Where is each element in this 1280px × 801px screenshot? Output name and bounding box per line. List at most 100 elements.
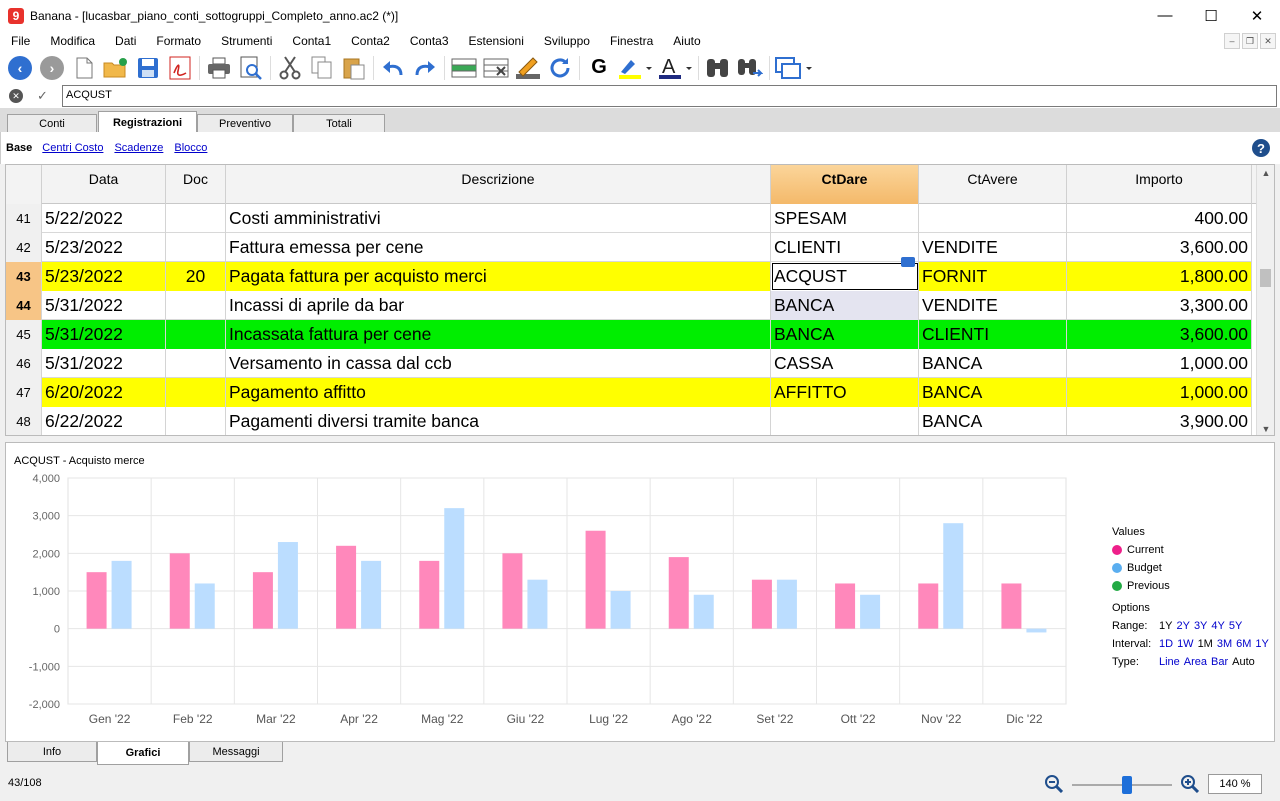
legend-item-previous[interactable]: Previous xyxy=(1112,577,1269,595)
window-layout-button[interactable] xyxy=(773,54,815,82)
cell-doc[interactable] xyxy=(166,291,226,320)
cell-dare[interactable]: BANCA xyxy=(771,320,919,349)
menu-file[interactable]: File xyxy=(0,34,38,48)
cell-doc[interactable] xyxy=(166,349,226,378)
row-number[interactable]: 47 xyxy=(6,378,42,407)
menu-formato[interactable]: Formato xyxy=(144,34,209,48)
scroll-up-icon[interactable]: ▲ xyxy=(1257,165,1274,181)
cell-importo[interactable]: 400.00 xyxy=(1067,204,1252,233)
cell-desc[interactable]: Costi amministrativi xyxy=(226,204,771,233)
range-3y[interactable]: 3Y xyxy=(1194,620,1207,632)
cell-importo[interactable]: 3,600.00 xyxy=(1067,233,1252,262)
table-scrollbar[interactable]: ▲ ▼ xyxy=(1256,165,1274,435)
menu-estensioni[interactable]: Estensioni xyxy=(457,34,532,48)
menu-conta1[interactable]: Conta1 xyxy=(280,34,339,48)
row-number[interactable]: 46 xyxy=(6,349,42,378)
row-number[interactable]: 43 xyxy=(6,262,42,291)
cell-avere[interactable]: VENDITE xyxy=(919,291,1067,320)
table-corner[interactable] xyxy=(6,165,42,204)
menu-sviluppo[interactable]: Sviluppo xyxy=(532,34,598,48)
menu-finestra[interactable]: Finestra xyxy=(598,34,661,48)
view-scadenze[interactable]: Scadenze xyxy=(114,142,163,154)
table-row[interactable]: 45 5/31/2022 Incassata fattura per cene BAN… xyxy=(6,320,1252,349)
table-row[interactable]: 48 6/22/2022 Pagamenti diversi tramite ban… xyxy=(6,407,1252,435)
column-header-descrizione[interactable]: Descrizione xyxy=(226,165,771,204)
interval-1m[interactable]: 1M xyxy=(1198,638,1213,650)
cell-importo[interactable]: 3,600.00 xyxy=(1067,320,1252,349)
tab-totali[interactable]: Totali xyxy=(293,114,385,132)
cell-data[interactable]: 5/31/2022 xyxy=(42,320,166,349)
scroll-thumb[interactable] xyxy=(1260,269,1271,287)
back-button[interactable]: ‹ xyxy=(4,54,36,82)
doc-minimize-button[interactable]: – xyxy=(1224,33,1240,49)
doc-restore-button[interactable]: ❐ xyxy=(1242,33,1258,49)
print-preview-button[interactable] xyxy=(235,54,267,82)
cell-dare[interactable] xyxy=(771,407,919,435)
range-5y[interactable]: 5Y xyxy=(1229,620,1242,632)
paste-button[interactable] xyxy=(338,54,370,82)
cell-dare[interactable]: BANCA xyxy=(771,291,919,320)
menu-conta3[interactable]: Conta3 xyxy=(398,34,457,48)
cell-dare[interactable]: ACQUST xyxy=(771,262,919,291)
menu-conta2[interactable]: Conta2 xyxy=(339,34,398,48)
cell-importo[interactable]: 3,900.00 xyxy=(1067,407,1252,435)
table-row[interactable]: 41 5/22/2022 Costi amministrativi SPESAM 400… xyxy=(6,204,1252,233)
menu-aiuto[interactable]: Aiuto xyxy=(661,34,708,48)
new-file-button[interactable] xyxy=(68,54,100,82)
interval-1d[interactable]: 1D xyxy=(1159,638,1173,650)
cell-importo[interactable]: 1,000.00 xyxy=(1067,378,1252,407)
copy-button[interactable] xyxy=(306,54,338,82)
cell-data[interactable]: 5/22/2022 xyxy=(42,204,166,233)
tab-info[interactable]: Info xyxy=(7,742,97,762)
delete-rows-button[interactable] xyxy=(480,54,512,82)
cell-dare[interactable]: CASSA xyxy=(771,349,919,378)
row-number[interactable]: 44 xyxy=(6,291,42,320)
cell-doc[interactable] xyxy=(166,407,226,435)
save-button[interactable] xyxy=(132,54,164,82)
cell-data[interactable]: 5/31/2022 xyxy=(42,349,166,378)
legend-item-budget[interactable]: Budget xyxy=(1112,559,1269,577)
account-list-icon[interactable] xyxy=(901,257,915,267)
tab-conti[interactable]: Conti xyxy=(7,114,97,132)
cell-dare[interactable]: SPESAM xyxy=(771,204,919,233)
tab-grafici[interactable]: Grafici xyxy=(97,742,189,765)
cell-doc[interactable] xyxy=(166,320,226,349)
cell-data[interactable]: 6/20/2022 xyxy=(42,378,166,407)
row-number[interactable]: 48 xyxy=(6,407,42,435)
table-row[interactable]: 46 5/31/2022 Versamento in cassa dal ccb CA… xyxy=(6,349,1252,378)
range-4y[interactable]: 4Y xyxy=(1211,620,1224,632)
zoom-slider-thumb[interactable] xyxy=(1122,776,1132,794)
cell-data[interactable]: 6/22/2022 xyxy=(42,407,166,435)
tab-messaggi[interactable]: Messaggi xyxy=(189,742,283,762)
cell-avere[interactable]: VENDITE xyxy=(919,233,1067,262)
type-auto[interactable]: Auto xyxy=(1232,656,1255,668)
table-row[interactable]: 43 5/23/2022 20 Pagata fattura per acquisto… xyxy=(6,257,1252,291)
type-area[interactable]: Area xyxy=(1184,656,1207,668)
bold-button[interactable]: G xyxy=(583,54,615,82)
range-1y[interactable]: 1Y xyxy=(1159,620,1172,632)
redo-button[interactable] xyxy=(409,54,441,82)
cancel-edit-icon[interactable]: ✕ xyxy=(9,89,23,103)
close-button[interactable]: ✕ xyxy=(1234,0,1280,31)
highlight-color-button[interactable] xyxy=(615,54,655,82)
cell-data[interactable]: 5/31/2022 xyxy=(42,291,166,320)
interval-6m[interactable]: 6M xyxy=(1236,638,1251,650)
interval-1w[interactable]: 1W xyxy=(1177,638,1194,650)
zoom-out-icon[interactable] xyxy=(1045,775,1063,793)
interval-1y[interactable]: 1Y xyxy=(1255,638,1268,650)
maximize-button[interactable]: ☐ xyxy=(1188,0,1234,31)
type-bar[interactable]: Bar xyxy=(1211,656,1228,668)
cell-desc[interactable]: Versamento in cassa dal ccb xyxy=(226,349,771,378)
legend-item-current[interactable]: Current xyxy=(1112,541,1269,559)
range-2y[interactable]: 2Y xyxy=(1176,620,1189,632)
minimize-button[interactable]: — xyxy=(1142,0,1188,31)
cell-data[interactable]: 5/23/2022 xyxy=(42,262,166,291)
table-row[interactable]: 44 5/31/2022 Incassi di aprile da bar BANCA… xyxy=(6,291,1252,320)
forward-button[interactable]: › xyxy=(36,54,68,82)
column-header-data[interactable]: Data xyxy=(42,165,166,204)
add-rows-button[interactable] xyxy=(448,54,480,82)
cell-desc[interactable]: Pagamenti diversi tramite banca xyxy=(226,407,771,435)
cell-avere[interactable]: FORNIT xyxy=(919,262,1067,291)
cell-doc[interactable] xyxy=(166,204,226,233)
cut-button[interactable] xyxy=(274,54,306,82)
